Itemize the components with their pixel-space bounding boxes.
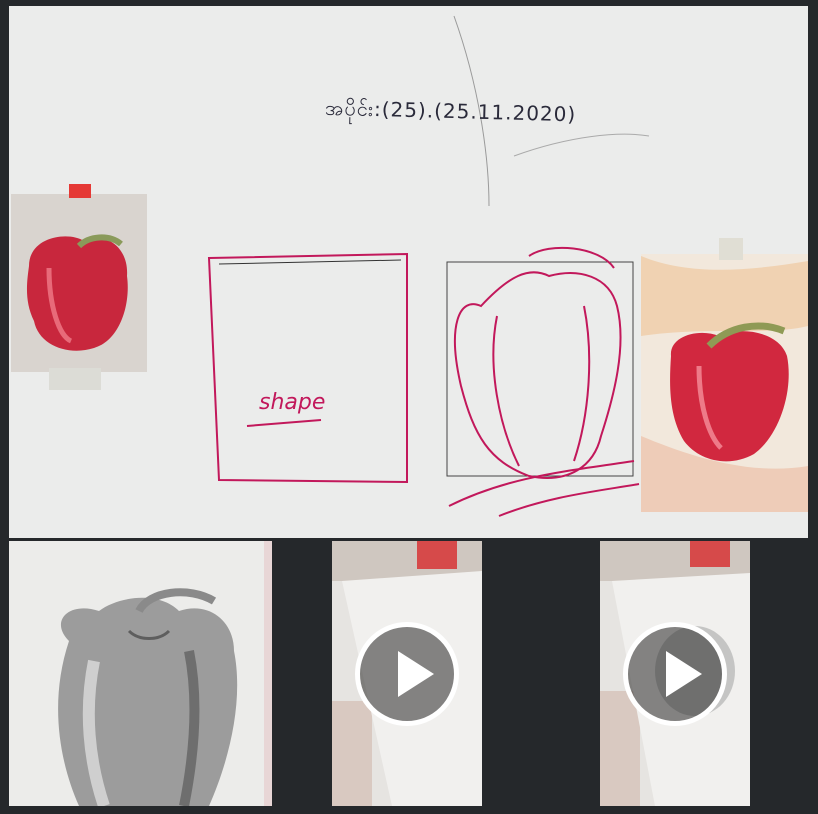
play-button-2[interactable] (623, 621, 727, 726)
play-icon (398, 650, 434, 697)
whiteboard-image (9, 6, 808, 538)
thumbnail-pencil-sketch[interactable] (9, 541, 272, 806)
play-button-1[interactable] (355, 621, 459, 726)
main-photo[interactable]: အပိုင်း:(25).(25.11.2020) shape (9, 6, 808, 538)
play-icon (666, 650, 702, 697)
thumbnail-video-1[interactable] (332, 541, 482, 806)
pencil-sketch-image (9, 541, 272, 806)
shape-label: shape (259, 390, 326, 415)
thumbnail-video-2[interactable] (600, 541, 750, 806)
